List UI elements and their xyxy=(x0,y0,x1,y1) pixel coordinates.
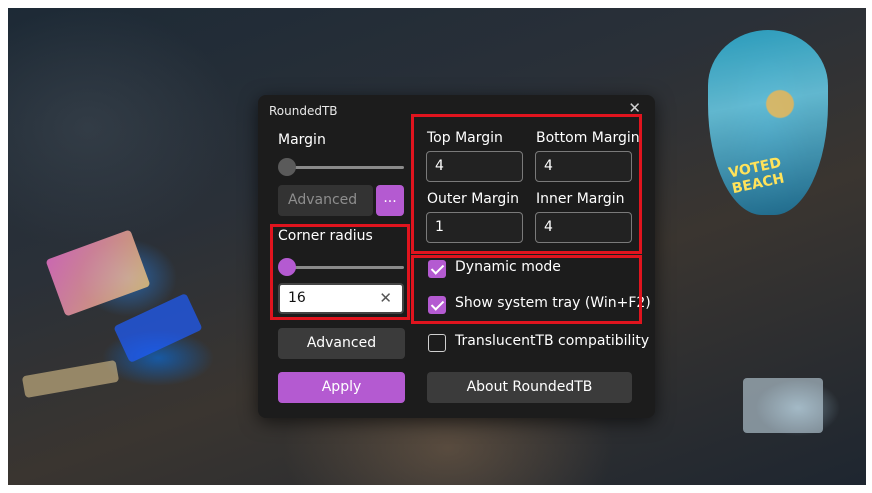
inner-margin-label: Inner Margin xyxy=(536,191,625,207)
roundedtb-window: RoundedTB ✕ Margin Advanced ... Corner r… xyxy=(258,95,655,418)
close-icon[interactable]: ✕ xyxy=(628,99,641,117)
advanced-button[interactable]: Advanced xyxy=(278,328,405,359)
margin-label: Margin xyxy=(278,132,326,148)
dynamic-mode-checkbox[interactable] xyxy=(428,260,446,278)
dynamic-mode-label: Dynamic mode xyxy=(455,259,561,275)
translucenttb-label: TranslucentTB compatibility xyxy=(455,333,650,349)
margin-advanced-field: Advanced xyxy=(278,185,373,216)
corner-radius-value: 16 xyxy=(288,290,306,306)
margin-more-button[interactable]: ... xyxy=(376,185,404,216)
inner-margin-input[interactable]: 4 xyxy=(535,212,632,243)
about-button[interactable]: About RoundedTB xyxy=(427,372,632,403)
outer-margin-input[interactable]: 1 xyxy=(426,212,523,243)
system-tray-label: Show system tray (Win+F2) xyxy=(455,295,651,311)
bottom-margin-input[interactable]: 4 xyxy=(535,151,632,182)
wallpaper-screen-right xyxy=(743,378,823,433)
wallpaper-sign-lower xyxy=(21,359,120,399)
top-margin-label: Top Margin xyxy=(427,130,503,146)
outer-margin-label: Outer Margin xyxy=(427,191,520,207)
margin-slider-track[interactable] xyxy=(286,166,404,169)
translucenttb-checkbox[interactable] xyxy=(428,334,446,352)
apply-button[interactable]: Apply xyxy=(278,372,405,403)
system-tray-checkbox[interactable] xyxy=(428,296,446,314)
margin-slider-thumb[interactable] xyxy=(278,158,296,176)
top-margin-input[interactable]: 4 xyxy=(426,151,523,182)
wallpaper-sign-blue xyxy=(113,292,203,364)
clear-icon[interactable]: ✕ xyxy=(379,285,392,312)
corner-radius-label: Corner radius xyxy=(278,228,373,244)
wallpaper-building-left xyxy=(45,229,151,317)
corner-radius-input[interactable]: 16 ✕ xyxy=(278,283,404,314)
window-title: RoundedTB xyxy=(269,104,338,118)
corner-radius-slider-track[interactable] xyxy=(286,266,404,269)
bottom-margin-label: Bottom Margin xyxy=(536,130,640,146)
corner-radius-slider-thumb[interactable] xyxy=(278,258,296,276)
